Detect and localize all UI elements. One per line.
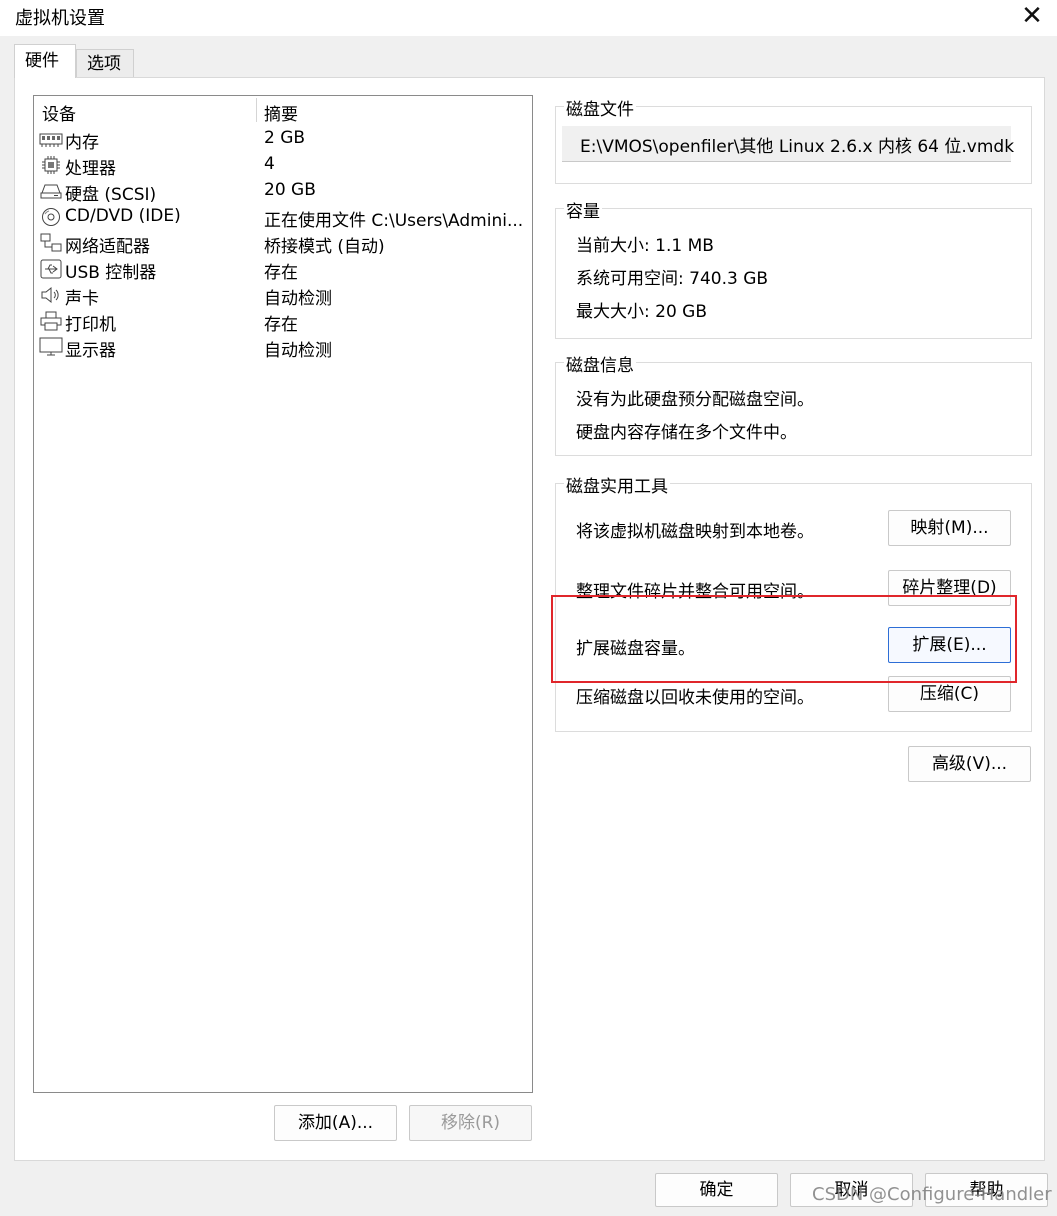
tab-hardware[interactable]: 硬件 <box>14 44 76 78</box>
disk-file-path: E:\VMOS\openfiler\其他 Linux 2.6.x 内核 64 位… <box>580 137 1015 157</box>
device-row-cd-dvd[interactable]: CD/DVD (IDE) 正在使用文件 C:\Users\Admini... <box>34 204 532 231</box>
device-summary: 桥接模式 (自动) <box>264 237 385 257</box>
device-row-memory[interactable]: 内存 2 GB <box>34 126 532 153</box>
group-title-disk-utilities: 磁盘实用工具 <box>564 472 670 497</box>
disk-file-path-field[interactable]: E:\VMOS\openfiler\其他 Linux 2.6.x 内核 64 位… <box>562 126 1015 162</box>
device-name: 打印机 <box>65 315 116 335</box>
group-title-disk-file: 磁盘文件 <box>564 95 636 120</box>
capacity-group: 容量 当前大小: 1.1 MB 系统可用空间: 740.3 GB 最大大小: 2… <box>555 197 1032 339</box>
cd-dvd-icon <box>42 208 60 226</box>
device-row-display[interactable]: 显示器 自动检测 <box>34 334 532 361</box>
device-summary: 自动检测 <box>264 341 332 361</box>
device-name: 声卡 <box>65 289 99 309</box>
network-adapter-icon <box>40 233 62 252</box>
device-name: 硬盘 (SCSI) <box>65 185 157 205</box>
display-icon <box>39 337 63 356</box>
title-bar: 虚拟机设置 ✕ <box>0 0 1057 36</box>
remove-device-button[interactable]: 移除(R) <box>409 1105 532 1141</box>
disk-info-line-2: 硬盘内容存储在多个文件中。 <box>576 423 797 443</box>
device-summary: 存在 <box>264 315 298 335</box>
advanced-button[interactable]: 高级(V)... <box>908 746 1031 782</box>
column-divider[interactable] <box>256 98 257 122</box>
close-icon[interactable]: ✕ <box>1015 2 1049 32</box>
device-summary: 4 <box>264 154 275 174</box>
hard-disk-icon <box>40 184 62 199</box>
sound-card-icon <box>41 286 59 304</box>
device-name: 处理器 <box>65 159 116 179</box>
tab-options[interactable]: 选项 <box>76 49 134 77</box>
device-list[interactable]: 设备 摘要 内存 2 GB 处理器 4 硬盘 (SCSI) 20 GB CD/D… <box>33 95 533 1093</box>
map-description: 将该虚拟机磁盘映射到本地卷。 <box>576 522 814 542</box>
watermark: CSDN @Configure-Handler <box>812 1184 1052 1205</box>
device-row-usb[interactable]: USB 控制器 存在 <box>34 256 532 283</box>
map-button[interactable]: 映射(M)... <box>888 510 1011 546</box>
device-summary: 存在 <box>264 263 298 283</box>
system-available-space: 系统可用空间: 740.3 GB <box>576 269 769 289</box>
usb-icon <box>40 259 62 279</box>
device-name: 显示器 <box>65 341 116 361</box>
group-title-disk-info: 磁盘信息 <box>564 351 636 376</box>
compact-description: 压缩磁盘以回收未使用的空间。 <box>576 688 814 708</box>
ok-button[interactable]: 确定 <box>655 1173 778 1207</box>
column-header-summary[interactable]: 摘要 <box>264 100 298 125</box>
current-size: 当前大小: 1.1 MB <box>576 236 714 256</box>
processor-icon <box>42 156 60 174</box>
window-title: 虚拟机设置 <box>15 8 105 29</box>
group-title-capacity: 容量 <box>564 197 602 222</box>
device-row-processor[interactable]: 处理器 4 <box>34 152 532 179</box>
memory-icon <box>39 133 63 147</box>
printer-icon <box>40 311 62 331</box>
disk-info-line-1: 没有为此硬盘预分配磁盘空间。 <box>576 390 814 410</box>
max-size: 最大大小: 20 GB <box>576 302 708 322</box>
device-summary: 2 GB <box>264 128 306 148</box>
add-device-button[interactable]: 添加(A)... <box>274 1105 397 1141</box>
device-name: 内存 <box>65 133 99 153</box>
disk-file-group: 磁盘文件 E:\VMOS\openfiler\其他 Linux 2.6.x 内核… <box>555 95 1032 184</box>
device-row-network-adapter[interactable]: 网络适配器 桥接模式 (自动) <box>34 230 532 257</box>
device-summary: 20 GB <box>264 180 316 200</box>
device-summary: 正在使用文件 C:\Users\Admini... <box>264 211 524 231</box>
device-name: 网络适配器 <box>65 237 150 257</box>
disk-info-group: 磁盘信息 没有为此硬盘预分配磁盘空间。 硬盘内容存储在多个文件中。 <box>555 351 1032 456</box>
device-name: USB 控制器 <box>65 263 157 283</box>
device-row-sound-card[interactable]: 声卡 自动检测 <box>34 282 532 309</box>
device-name: CD/DVD (IDE) <box>65 206 181 226</box>
device-row-hard-disk[interactable]: 硬盘 (SCSI) 20 GB <box>34 178 532 205</box>
device-row-printer[interactable]: 打印机 存在 <box>34 308 532 335</box>
column-header-device[interactable]: 设备 <box>42 100 76 125</box>
device-summary: 自动检测 <box>264 289 332 309</box>
highlight-box <box>551 595 1017 683</box>
